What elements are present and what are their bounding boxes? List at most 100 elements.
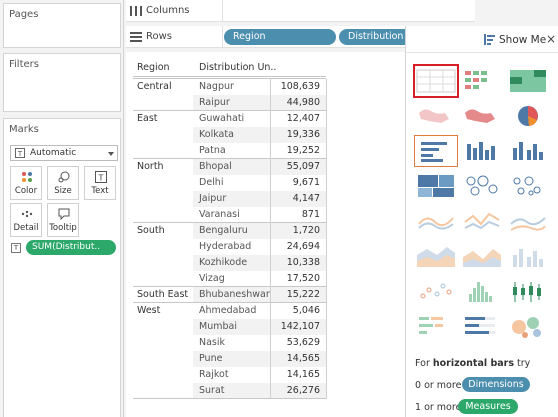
chart-option-dual-lines-icon[interactable]	[507, 206, 549, 236]
chart-option-stacked-bars-icon[interactable]	[461, 136, 503, 166]
text-label: Text	[91, 186, 109, 196]
value-cell[interactable]: 17,520	[270, 273, 320, 284]
chart-option-box-and-whisker-icon[interactable]	[507, 276, 549, 306]
distribution-unit-cell[interactable]: Pune	[199, 353, 222, 364]
chart-option-side-by-side-circles-icon[interactable]	[507, 171, 549, 201]
region-cell[interactable]: South	[137, 225, 165, 236]
distribution-unit-cell[interactable]: Bengaluru	[199, 225, 248, 236]
distribution-unit-cell[interactable]: Bhopal	[199, 161, 232, 172]
rows-label: Rows	[146, 31, 173, 42]
chart-option-filled-map-icon[interactable]	[461, 101, 503, 131]
value-cell[interactable]: 14,165	[270, 369, 320, 380]
value-cell[interactable]: 19,252	[270, 145, 320, 156]
size-label: Size	[54, 186, 72, 196]
pages-title: Pages	[9, 9, 39, 20]
value-cell[interactable]: 142,107	[270, 321, 320, 332]
chart-option-highlight-table-icon[interactable]	[507, 66, 549, 96]
chart-option-gantt-chart-icon[interactable]	[415, 311, 457, 341]
view-canvas[interactable]: Region Distribution Un.. Central Nagpur 10…	[126, 52, 405, 417]
region-cell[interactable]: North	[137, 161, 164, 172]
chart-option-dual-combination-icon[interactable]	[507, 241, 549, 271]
distribution-unit-cell[interactable]: Varanasi	[199, 209, 240, 220]
chart-option-lines-discrete-icon[interactable]	[461, 206, 503, 236]
value-cell[interactable]: 55,097	[270, 161, 320, 172]
distribution-unit-cell[interactable]: Bhubaneshwar	[199, 289, 270, 300]
distribution-unit-cell[interactable]: Delhi	[199, 177, 223, 188]
chart-option-scatter-plot-icon[interactable]	[415, 276, 457, 306]
chart-option-side-by-side-bars-icon[interactable]	[507, 136, 549, 166]
filters-card[interactable]: Filters	[3, 53, 121, 112]
detail-button[interactable]: Detail	[10, 203, 42, 237]
distribution-unit-cell[interactable]: Rajkot	[199, 369, 229, 380]
show-me-title: Show Me	[499, 34, 547, 46]
rows-icon	[130, 32, 142, 42]
show-me-icon	[484, 34, 495, 45]
chart-option-pie-chart-icon[interactable]	[507, 101, 549, 131]
value-cell[interactable]: 14,565	[270, 353, 320, 364]
distribution-unit-cell[interactable]: Kolkata	[199, 129, 234, 140]
distribution-unit-cell[interactable]: Nasik	[199, 337, 225, 348]
value-cell[interactable]: 1,720	[270, 225, 320, 236]
tooltip-button[interactable]: Tooltip	[47, 203, 79, 237]
close-icon[interactable]: ×	[546, 32, 556, 46]
distribution-unit-cell[interactable]: Mumbai	[199, 321, 237, 332]
region-divider	[133, 110, 326, 111]
chart-option-area-discrete-icon[interactable]	[461, 241, 503, 271]
value-cell[interactable]: 15,222	[270, 289, 320, 300]
chart-option-area-continuous-icon[interactable]	[415, 241, 457, 271]
chart-option-horizontal-bars-icon[interactable]	[414, 135, 458, 167]
detail-label: Detail	[13, 223, 39, 233]
distribution-unit-cell[interactable]: Jaipur	[199, 193, 226, 204]
distribution-unit-cell[interactable]: Nagpur	[199, 81, 234, 92]
text-mark-icon: T	[11, 243, 21, 253]
value-cell[interactable]: 19,336	[270, 129, 320, 140]
distribution-unit-cell[interactable]: Vizag	[199, 273, 225, 284]
columns-shelf[interactable]: Columns	[126, 0, 475, 22]
size-button[interactable]: Size	[47, 166, 79, 200]
show-me-header[interactable]: Show Me ×	[406, 26, 558, 53]
distribution-unit-cell[interactable]: Surat	[199, 385, 225, 396]
distribution-unit-cell[interactable]: Patna	[199, 145, 226, 156]
chart-option-symbol-map-icon[interactable]	[415, 101, 457, 131]
table-bottom	[133, 398, 326, 399]
region-divider	[133, 302, 326, 303]
region-cell[interactable]: East	[137, 113, 158, 124]
chart-option-text-table-icon[interactable]	[413, 64, 459, 98]
chart-option-circle-views-icon[interactable]	[461, 171, 503, 201]
value-cell[interactable]: 12,407	[270, 113, 320, 124]
value-cell[interactable]: 44,980	[270, 97, 320, 108]
value-cell[interactable]: 10,338	[270, 257, 320, 268]
region-cell[interactable]: Central	[137, 81, 172, 92]
region-cell[interactable]: West	[137, 305, 160, 316]
distribution-unit-cell[interactable]: Kozhikode	[199, 257, 247, 268]
svg-text:T: T	[98, 174, 104, 183]
distribution-unit-cell[interactable]: Raipur	[199, 97, 230, 108]
color-button[interactable]: Color	[10, 166, 42, 200]
value-cell[interactable]: 9,671	[270, 177, 320, 188]
hint-chart-type: horizontal bars	[432, 358, 514, 369]
chart-option-histogram-icon[interactable]	[461, 276, 503, 306]
chart-option-treemap-icon[interactable]	[415, 171, 457, 201]
region-pill[interactable]: Region	[224, 29, 336, 45]
chevron-down-icon[interactable]	[108, 152, 114, 156]
distribution-unit-cell[interactable]: Ahmedabad	[199, 305, 256, 316]
chart-option-heat-map-icon[interactable]	[461, 66, 503, 96]
text-button[interactable]: T Text	[84, 166, 116, 200]
distribution-unit-cell[interactable]: Guwahati	[199, 113, 244, 124]
chart-option-packed-bubbles-icon[interactable]	[507, 311, 549, 341]
value-cell[interactable]: 24,694	[270, 241, 320, 252]
region-cell[interactable]: South East	[137, 289, 188, 300]
value-cell[interactable]: 26,276	[270, 385, 320, 396]
marks-title: Marks	[9, 124, 39, 135]
distribution-unit-cell[interactable]: Hyderabad	[199, 241, 251, 252]
chart-option-lines-continuous-icon[interactable]	[415, 206, 457, 236]
chart-option-bullet-graph-icon[interactable]	[461, 311, 503, 341]
mark-type-dropdown[interactable]: T Automatic	[10, 145, 118, 161]
value-cell[interactable]: 4,147	[270, 193, 320, 204]
pages-card[interactable]: Pages	[3, 3, 121, 48]
value-cell[interactable]: 108,639	[270, 81, 320, 92]
value-cell[interactable]: 871	[270, 209, 320, 220]
value-cell[interactable]: 5,046	[270, 305, 320, 316]
measure-pill[interactable]: SUM(Distribut..	[26, 240, 116, 255]
value-cell[interactable]: 53,629	[270, 337, 320, 348]
